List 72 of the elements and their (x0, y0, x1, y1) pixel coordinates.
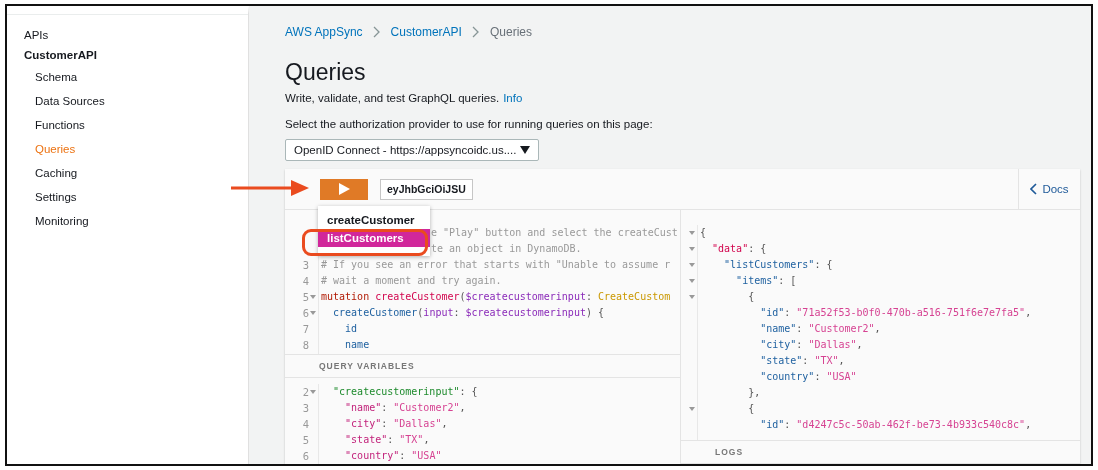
code-line: "name": "Customer2", (759, 322, 881, 336)
auth-provider-label: Select the authorization provider to use for running queries on this page: (285, 117, 654, 130)
fold-icon[interactable] (689, 230, 695, 236)
chevron-left-icon (1030, 183, 1038, 195)
chevron-right-icon (471, 25, 480, 38)
breadcrumb-link[interactable]: AWS AppSync (285, 24, 363, 39)
fold-icon[interactable] (310, 310, 316, 316)
code-line: "country": "USA" (759, 370, 857, 384)
code-line: # If you see an error that starts with "Unable to assume r (321, 258, 671, 272)
sidebar-item[interactable]: CustomerAPI (7, 45, 248, 65)
chevron-right-icon (372, 25, 381, 38)
breadcrumb-link[interactable]: CustomerAPI (390, 24, 462, 39)
sidebar-item[interactable]: Caching (7, 161, 248, 185)
fold-icon[interactable] (689, 262, 695, 268)
line-number: 7 (302, 323, 309, 335)
code-line: createCustomer(input: $createcustomerinput) { (332, 306, 604, 320)
sidebar-item[interactable]: Monitoring (7, 209, 248, 233)
code-line: # wait a moment and try again. (321, 274, 502, 288)
code-line: name (344, 338, 370, 352)
code-line: "createcustomerinput": { (332, 385, 478, 399)
section-header: QUERY VARIABLES (285, 354, 680, 378)
play-icon (338, 183, 350, 195)
code-line: { (747, 290, 755, 304)
section-header: LOGS (681, 440, 1080, 464)
fold-icon[interactable] (310, 389, 316, 395)
line-number: 3 (302, 259, 309, 271)
fold-icon[interactable] (310, 294, 316, 300)
page-title: Queries (285, 57, 367, 86)
code-line: "items": [ (735, 274, 797, 288)
caret-icon (520, 145, 530, 154)
line-number: 5 (302, 434, 309, 446)
sidebar-item[interactable]: Settings (7, 185, 248, 209)
code-line: "listCustomers": { (723, 258, 833, 272)
sidebar-item[interactable]: Data Sources (7, 89, 248, 113)
code-line: "city": "Dallas", (759, 338, 863, 352)
fold-icon[interactable] (689, 278, 695, 284)
code-line: "state": "TX", (344, 433, 430, 447)
code-line: e "Play" button and select the createCust (431, 226, 678, 240)
sidebar-item[interactable]: APIs (7, 25, 248, 45)
line-number: 2 (302, 386, 309, 398)
code-line: "data": { (711, 242, 767, 256)
run-button[interactable] (320, 178, 368, 200)
code-line: "country": "USA" (344, 449, 442, 463)
code-line: "city": "Dallas", (344, 417, 448, 431)
breadcrumb-link[interactable]: Queries (489, 24, 532, 39)
sidebar-item[interactable]: Functions (7, 113, 248, 137)
code-line: mutation createCustomer($createcustomerinput: CreateCustom (321, 290, 671, 304)
line-number: 3 (302, 402, 309, 414)
fold-icon[interactable] (689, 294, 695, 300)
code-line: "id": "71a52f53-b0f0-470b-a516-751f6e7e7fa5", (759, 306, 1032, 320)
line-number: 5 (302, 291, 309, 303)
code-line: "id": "d4247c5c-50ab-462f-be73-4b933c540c8c", (759, 418, 1032, 432)
sidebar-item[interactable]: Schema (7, 65, 248, 89)
line-number: 4 (302, 418, 309, 430)
token-field[interactable]: eyJhbGciOiJSU (380, 178, 473, 200)
code-line: { (700, 226, 707, 240)
auth-provider-select[interactable]: OpenID Connect - https://appsyncoidc.us.... (285, 138, 539, 161)
line-number: 6 (302, 450, 309, 462)
code-line: { (747, 402, 755, 416)
info-link[interactable]: Info (503, 91, 523, 104)
line-number: 8 (302, 339, 309, 351)
code-line: id (344, 322, 358, 336)
fold-icon[interactable] (689, 246, 695, 252)
line-number: 4 (302, 275, 309, 287)
fold-icon[interactable] (689, 406, 695, 412)
code-line: "name": "Customer2", (344, 401, 466, 415)
code-line: }, (747, 386, 761, 400)
line-number: 6 (302, 307, 309, 319)
page-description: Write, validate, and test GraphQL queries. (285, 91, 500, 104)
menu-item[interactable]: createCustomer (318, 211, 430, 229)
code-line: te an object in DynamoDB. (431, 242, 582, 256)
code-line: "state": "TX", (759, 354, 845, 368)
